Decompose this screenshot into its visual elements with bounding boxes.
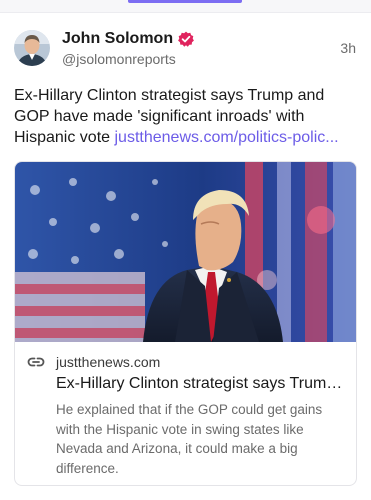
verified-badge-icon [178,31,195,47]
author-handle[interactable]: @jsolomonreports [62,51,176,67]
post[interactable]: John Solomon @jsolomonreports 3h Ex-Hill… [0,13,371,500]
author-name[interactable]: John Solomon [62,30,173,48]
top-tab-bar [0,0,371,13]
post-text: Ex-Hillary Clinton strategist says Trump… [14,85,362,148]
link-preview-card[interactable]: justthenews.com Ex-Hillary Clinton strat… [14,161,357,486]
card-title[interactable]: Ex-Hillary Clinton strategist says Trump… [56,375,346,393]
link-icon [27,355,45,369]
active-tab-indicator [128,0,242,3]
card-description: He explained that if the GOP could get g… [56,402,323,476]
card-domain: justthenews.com [56,354,161,370]
card-body: justthenews.com Ex-Hillary Clinton strat… [15,342,356,485]
author-row: John Solomon [62,28,195,50]
post-timestamp: 3h [340,40,356,56]
card-image [15,162,356,342]
avatar[interactable] [14,30,50,66]
post-link[interactable]: justthenews.com/politics-polic... [115,129,339,146]
